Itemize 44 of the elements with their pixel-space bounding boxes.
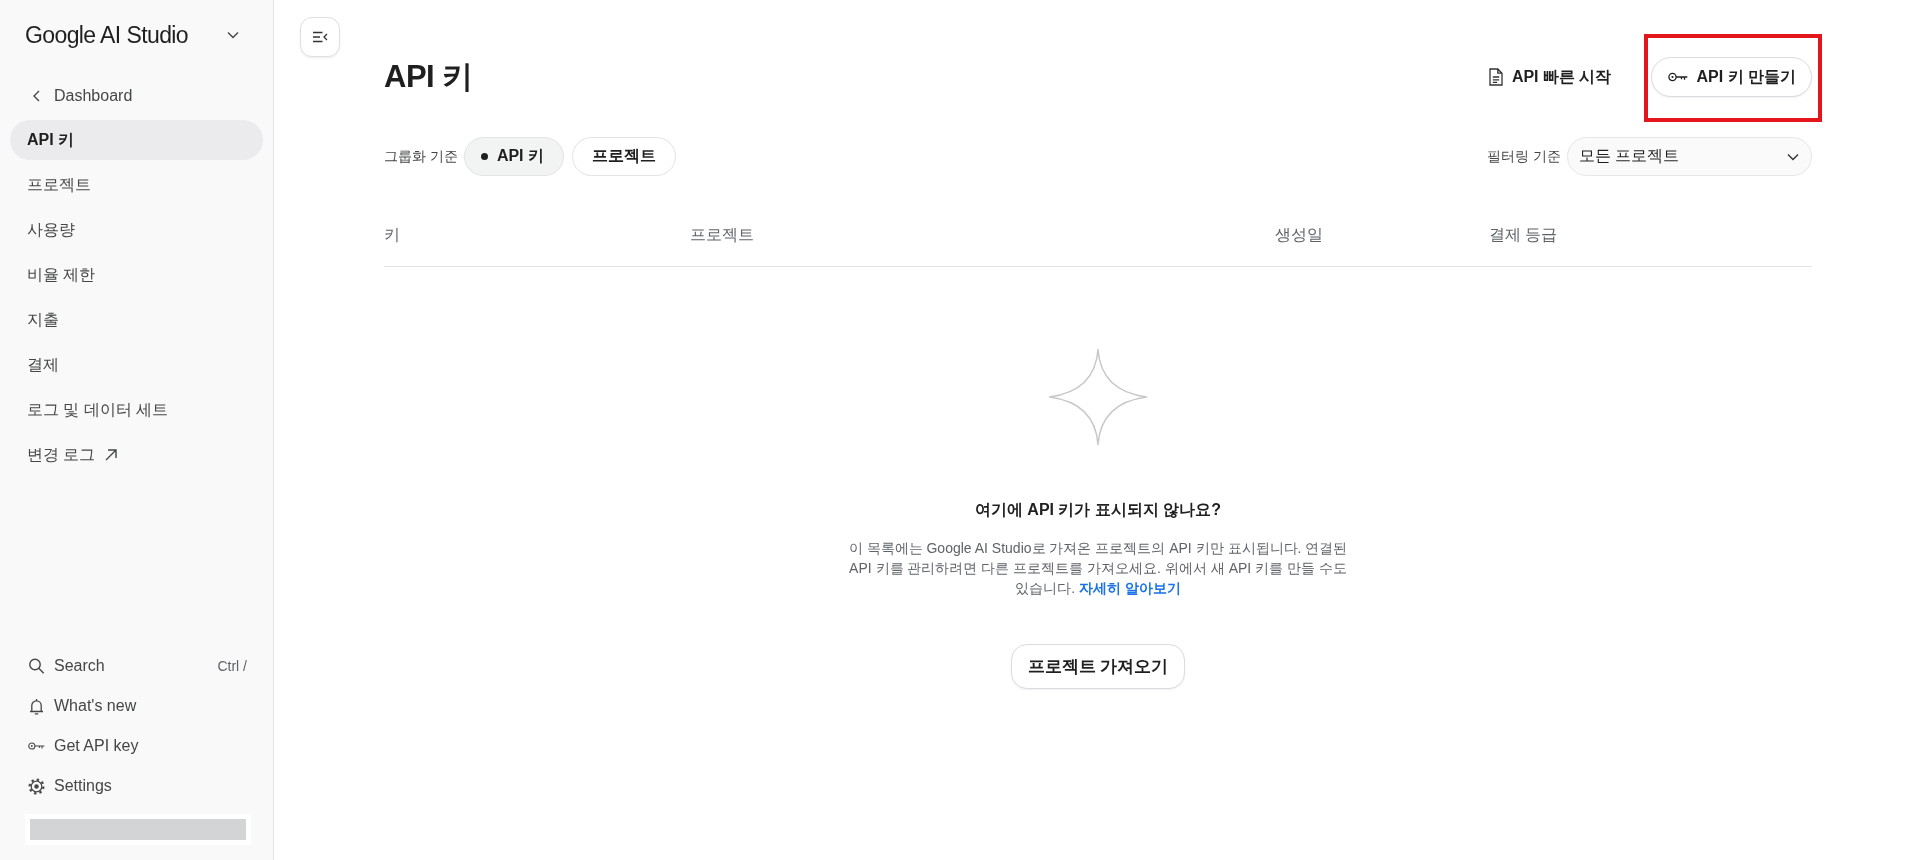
- collapse-menu-icon: [312, 31, 328, 43]
- search-icon: [28, 658, 45, 674]
- quickstart-link[interactable]: API 빠른 시작: [1488, 66, 1612, 88]
- sidebar-footer-item[interactable]: What's new: [28, 690, 137, 722]
- column-header: 생성일: [1275, 225, 1323, 245]
- brand-logo: Google AI Studio: [25, 21, 189, 49]
- chevron-left-icon: [33, 90, 40, 102]
- sidebar-nav-item[interactable]: 프로젝트: [10, 165, 263, 205]
- learn-more-link[interactable]: 자세히 알아보기: [1078, 580, 1181, 596]
- column-header: 키: [384, 225, 400, 245]
- document-icon: [1488, 68, 1503, 86]
- column-header: 프로젝트: [690, 225, 754, 245]
- empty-state-description: 이 목록에는 Google AI Studio로 가져온 프로젝트의 API 키만 표시됩니다. 연결된 API 키를 관리하려면 다른 프로젝트를 가져오세요. 위에서 새 API 키를 만들 수도 있습니다. 자세히 알아보기: [847, 539, 1349, 598]
- sidebar-nav-item[interactable]: 비율 제한: [10, 255, 263, 295]
- bell-icon: [28, 697, 45, 715]
- sidebar-nav-item[interactable]: 사용량: [10, 210, 263, 250]
- key-icon: [28, 741, 45, 751]
- sidebar-nav-item[interactable]: 로그 및 데이터 세트: [10, 390, 263, 430]
- import-project-button[interactable]: 프로젝트 가져오기: [1010, 644, 1186, 689]
- group-by-chip[interactable]: 프로젝트: [572, 137, 676, 176]
- sidebar-nav-item[interactable]: 지출: [10, 300, 263, 340]
- sidebar-nav-item[interactable]: 결제: [10, 345, 263, 385]
- arrow-up-right-icon: [105, 449, 118, 461]
- filter-by-label: 필터링 기준: [1487, 147, 1561, 166]
- sidebar-nav-item[interactable]: API 키: [10, 120, 263, 160]
- keyboard-shortcut: Ctrl /: [217, 658, 247, 674]
- page-title: API 키: [384, 58, 473, 96]
- sidebar-footer-item[interactable]: Get API key: [28, 730, 139, 762]
- chevron-down-icon: [1787, 152, 1799, 161]
- group-by-label: 그룹화 기준: [384, 147, 458, 166]
- sidebar-toggle-button[interactable]: [300, 17, 340, 57]
- dot-icon: [480, 153, 488, 160]
- sparkle-icon: [1048, 348, 1148, 446]
- empty-state-title: 여기에 API 키가 표시되지 않나요?: [974, 500, 1222, 520]
- dashboard-back-link[interactable]: Dashboard: [10, 76, 133, 116]
- sidebar-footer-item[interactable]: Settings: [28, 770, 112, 802]
- column-header: 결제 등급: [1489, 225, 1558, 245]
- create-api-key-button[interactable]: API 키 만들기: [1651, 57, 1812, 97]
- group-by-chip[interactable]: API 키: [463, 137, 564, 176]
- project-filter-select[interactable]: 모든 프로젝트: [1567, 137, 1812, 176]
- sidebar-nav-item[interactable]: 변경 로그: [10, 435, 263, 475]
- sidebar-footer-item[interactable]: Search: [28, 650, 105, 682]
- settings-icon: [28, 777, 45, 795]
- key-icon: [1668, 72, 1689, 82]
